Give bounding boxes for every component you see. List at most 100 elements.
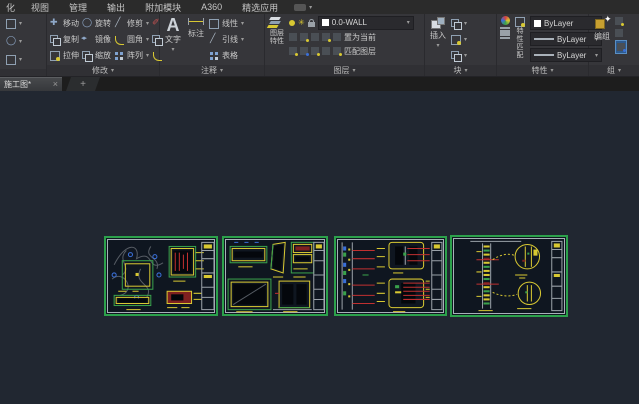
- drawing-sheet-2[interactable]: [222, 236, 328, 316]
- explode-icon: [152, 35, 162, 45]
- match-properties-button[interactable]: 特性匹配: [513, 16, 527, 61]
- layers-panel-footer[interactable]: 图层 ▾: [265, 65, 424, 76]
- linetype-list-icon[interactable]: [500, 27, 510, 29]
- rotate-button[interactable]: 旋转: [82, 16, 111, 31]
- drawing-canvas[interactable]: [0, 91, 639, 404]
- layer-tool-icon[interactable]: [289, 47, 297, 55]
- explode-button[interactable]: [152, 32, 162, 47]
- block-panel-footer[interactable]: 块 ▾: [425, 65, 496, 76]
- layer-tool-icon[interactable]: [300, 47, 308, 55]
- trim-button[interactable]: 修剪▾: [114, 16, 149, 31]
- color-wheel-icon[interactable]: [501, 16, 510, 25]
- sheet-3-drawing: [336, 238, 445, 314]
- stretch-button[interactable]: 拉伸: [50, 48, 79, 63]
- layer-tool-icon[interactable]: [333, 47, 341, 55]
- chevron-down-icon: ▾: [111, 67, 114, 74]
- copy-icon: [50, 35, 60, 45]
- menu-output[interactable]: 输出: [97, 1, 135, 14]
- chevron-down-icon: ▾: [464, 52, 467, 59]
- ungroup-button[interactable]: [615, 16, 627, 26]
- stretch-label: 拉伸: [63, 50, 79, 61]
- layer-lock-icon[interactable]: [308, 22, 315, 27]
- layer-tool-icon[interactable]: [311, 47, 319, 55]
- scale-label: 缩放: [95, 50, 111, 61]
- text-label: 文字: [165, 34, 181, 45]
- layer-thaw-icon[interactable]: ✳: [298, 19, 305, 27]
- layer-tool-icon[interactable]: [289, 33, 297, 41]
- group-select-toggle[interactable]: [615, 40, 627, 54]
- menubar-extra-button[interactable]: ▾: [294, 4, 312, 11]
- chevron-down-icon: ▾: [146, 36, 149, 43]
- layer-dropdown[interactable]: 0.0-WALL ▾: [318, 16, 414, 30]
- group-edit-button[interactable]: [615, 28, 627, 38]
- linear-button[interactable]: 线性▾: [209, 16, 244, 31]
- move-label: 移动: [63, 18, 79, 29]
- drawing-sheet-3[interactable]: [334, 236, 447, 316]
- annotate-panel-footer[interactable]: 注释 ▾: [160, 65, 264, 76]
- menu-addins[interactable]: 附加模块: [135, 1, 191, 14]
- insert-block-button[interactable]: 插入 ▾: [428, 16, 448, 50]
- leader-button[interactable]: 引线▾: [209, 32, 244, 47]
- array-label: 阵列: [127, 50, 143, 61]
- match-layer-label[interactable]: 匹配图层: [344, 46, 376, 57]
- panel-footer: [0, 69, 46, 76]
- scale-button[interactable]: 缩放: [82, 48, 111, 63]
- set-current-label[interactable]: 置为当前: [344, 32, 376, 43]
- menu-view[interactable]: 视图: [21, 1, 59, 14]
- layer-tool-icon[interactable]: [322, 47, 330, 55]
- properties-panel-footer[interactable]: 特性 ▾: [497, 65, 588, 76]
- block-footer-label: 块: [453, 65, 461, 76]
- draw-tool-button[interactable]: ▾: [6, 34, 22, 49]
- lineweight-list-icon[interactable]: [500, 31, 510, 33]
- lineweight-value: ByLayer: [557, 35, 592, 44]
- menu-featured-apps[interactable]: 精选应用: [232, 1, 288, 14]
- group-button[interactable]: 编组: [592, 16, 612, 43]
- block-tool-button[interactable]: ▾: [451, 48, 467, 63]
- draw-tool-button[interactable]: ▾: [6, 16, 22, 31]
- chevron-down-icon: ▾: [171, 46, 174, 53]
- layer-on-icon[interactable]: [289, 20, 295, 26]
- file-tabbar: 施工图* × +: [0, 77, 639, 91]
- group-icon: [595, 17, 610, 30]
- dimension-button[interactable]: 标注: [186, 16, 206, 40]
- new-tab-button[interactable]: +: [66, 77, 100, 91]
- dimension-label: 标注: [188, 28, 204, 39]
- fillet-button[interactable]: 圆角▾: [114, 32, 149, 47]
- array-button[interactable]: 阵列▾: [114, 48, 149, 63]
- mirror-button[interactable]: 镜像: [82, 32, 111, 47]
- modify-footer-label: 修改: [92, 65, 108, 76]
- chevron-down-icon: ▾: [550, 67, 553, 74]
- group-panel-footer[interactable]: 组 ▾: [589, 65, 639, 76]
- layer-properties-button[interactable]: 图层特性: [268, 16, 286, 47]
- layer-tool-icon[interactable]: [311, 33, 319, 41]
- layers-footer-label: 图层: [333, 65, 349, 76]
- chevron-down-icon: ▾: [618, 67, 621, 74]
- menu-parametric-partial[interactable]: 化: [4, 1, 21, 14]
- rotate-label: 旋转: [95, 18, 111, 29]
- move-button[interactable]: 移动: [50, 16, 79, 31]
- linetype-value: ByLayer: [557, 51, 592, 60]
- layer-tool-icon[interactable]: [300, 33, 308, 41]
- offset-icon: [152, 51, 162, 61]
- panel-group: 编组 组 ▾: [589, 14, 639, 76]
- block-tool-button[interactable]: ▾: [451, 16, 467, 31]
- menu-a360[interactable]: A360: [191, 2, 232, 12]
- drawing-sheet-1[interactable]: [104, 236, 218, 316]
- block-tool-button[interactable]: ▾: [451, 32, 467, 47]
- modify-panel-footer[interactable]: 修改 ▾: [47, 65, 159, 76]
- copy-button[interactable]: 复制: [50, 32, 79, 47]
- close-tab-icon[interactable]: ×: [53, 80, 58, 89]
- group-select-icon: [617, 43, 625, 51]
- chevron-down-icon: ▾: [464, 20, 467, 27]
- text-button[interactable]: A 文字 ▾: [163, 16, 183, 54]
- draw-tool-button[interactable]: ▾: [6, 52, 22, 67]
- table-button[interactable]: 表格: [209, 48, 244, 63]
- rotate-icon: [82, 19, 92, 29]
- file-tab-active[interactable]: 施工图* ×: [0, 77, 62, 91]
- layer-tool-icon[interactable]: [322, 33, 330, 41]
- drawing-sheet-4[interactable]: [450, 235, 568, 317]
- menu-manage[interactable]: 管理: [59, 1, 97, 14]
- layer-tool-icon[interactable]: [333, 33, 341, 41]
- plus-icon: +: [80, 79, 86, 90]
- sheet-1-drawing: [106, 238, 216, 314]
